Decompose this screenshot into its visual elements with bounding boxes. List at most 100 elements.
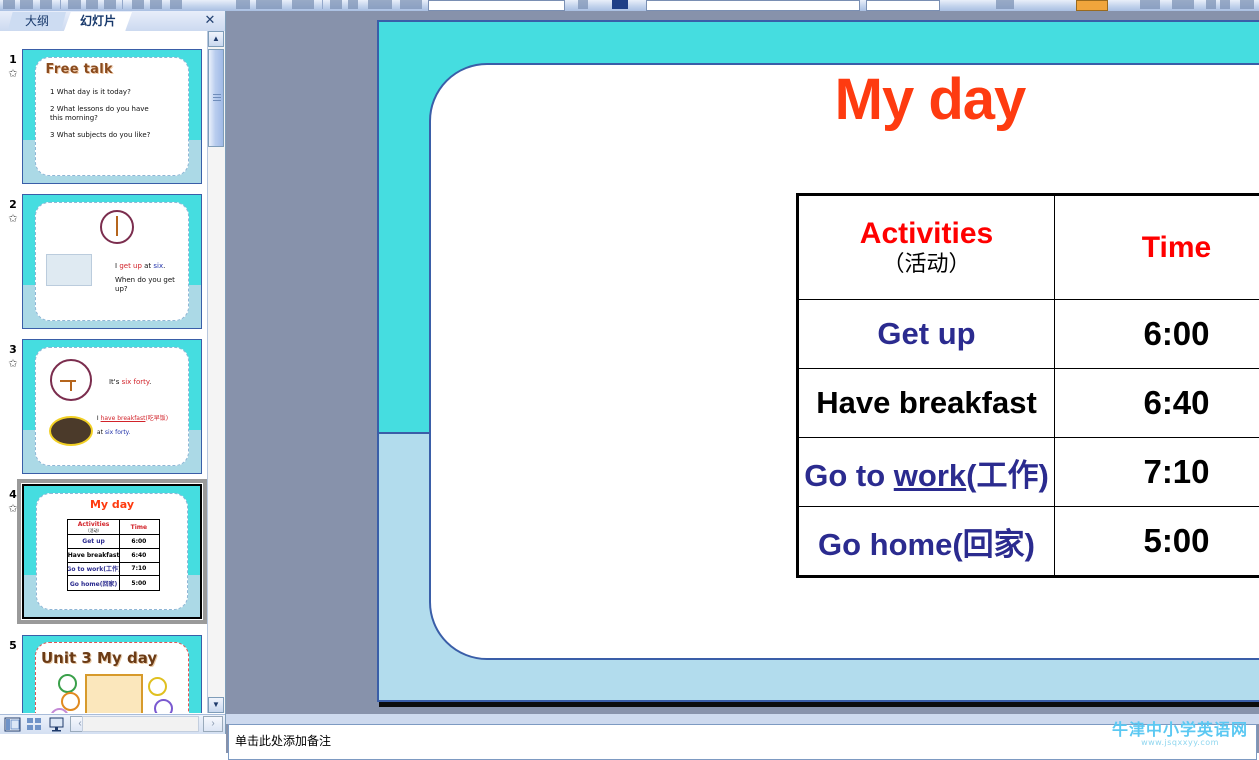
toolbar-icon[interactable] xyxy=(256,0,282,9)
activity-text: Get up xyxy=(877,316,975,351)
toolbar-icon-active[interactable] xyxy=(612,0,628,9)
toolbar-icon[interactable] xyxy=(3,0,15,9)
horizontal-scrollbar-track[interactable] xyxy=(82,716,199,732)
animation-star-icon: ✩ xyxy=(3,357,23,371)
toolbar-icon[interactable] xyxy=(40,0,52,9)
slide-canvas[interactable]: My day Activities （活动） Time xyxy=(377,20,1259,702)
toolbar-icon[interactable] xyxy=(132,0,144,9)
thumbnail-scrollbar[interactable]: ▲ ▼ xyxy=(207,31,225,713)
thumb-card: Free talk 1 What day is it today? 2 What… xyxy=(35,57,188,177)
thumbnail-slide-3[interactable]: 3 ✩ It's six forty. xyxy=(0,339,208,479)
toolbar-icon[interactable] xyxy=(1206,0,1216,9)
toolbar-icon[interactable] xyxy=(170,0,182,9)
thumb-line-blue: six forty. xyxy=(105,429,130,436)
watermark-title: 牛津中小学英语网 xyxy=(1105,721,1255,738)
breakfast-picture xyxy=(49,416,93,446)
table-row[interactable]: Go home(回家) 5:00 xyxy=(798,507,1259,577)
font-name-combo[interactable] xyxy=(428,0,565,11)
thumb-line: at six forty. xyxy=(97,428,130,437)
watermark-url: www.jsqxxyy.com xyxy=(1105,738,1255,748)
thumb-line-red: six forty xyxy=(122,378,149,386)
toolbar-icon[interactable] xyxy=(104,0,116,9)
cell-activity: Get up xyxy=(798,300,1055,369)
slide-title[interactable]: My day xyxy=(379,66,1259,133)
toolbar-icon[interactable] xyxy=(68,0,81,9)
slide-number: 3 xyxy=(4,343,22,356)
thumbnail-list[interactable]: 1 ✩ Free talk 1 What day is it today? 2 … xyxy=(0,31,208,713)
toolbar-icon[interactable] xyxy=(20,0,33,9)
table-row[interactable]: Get up 6:00 xyxy=(798,300,1259,369)
schedule-table[interactable]: Activities （活动） Time Get up 6:00 xyxy=(796,193,1259,578)
cell-time: 7:10 xyxy=(1055,438,1259,507)
normal-view-icon xyxy=(4,717,21,732)
normal-view-button[interactable] xyxy=(4,717,21,732)
thumb-card: Unit 3 My day 🔊 xyxy=(35,642,188,713)
toolbar-icon[interactable] xyxy=(236,0,250,9)
activity-underlined-word: work xyxy=(894,458,966,493)
scrollbar-thumb[interactable] xyxy=(208,49,224,147)
slide-sorter-button[interactable] xyxy=(26,717,43,732)
header-cell-time: Time xyxy=(1055,195,1259,300)
tab-outline[interactable]: 大纲 xyxy=(8,12,66,30)
thumbnail-slide-1[interactable]: 1 ✩ Free talk 1 What day is it today? 2 … xyxy=(0,49,208,189)
toolbar-icon[interactable] xyxy=(1172,0,1194,9)
toolbar-icon[interactable] xyxy=(578,0,588,9)
thumbnail-slide-4[interactable]: 4 ✩ My day Activities （活 xyxy=(0,484,208,629)
toolbar-icon[interactable] xyxy=(330,0,342,9)
thumb-line: 1 What day is it today? xyxy=(50,88,131,97)
slide-show-button[interactable] xyxy=(48,717,65,732)
toolbar-icon[interactable] xyxy=(348,0,358,9)
cell-time: 5:00 xyxy=(1055,507,1259,577)
slide-number: 2 xyxy=(4,198,22,211)
toolbar-icon[interactable] xyxy=(1240,0,1254,9)
thumb-line: this morning? xyxy=(50,114,98,123)
thumb-table-cell: 6:00 xyxy=(119,535,159,548)
activity-text: Go to xyxy=(804,458,894,493)
toolbar-icon[interactable] xyxy=(368,0,392,9)
scroll-up-icon[interactable]: ▲ xyxy=(208,31,224,47)
cell-time: 6:00 xyxy=(1055,300,1259,369)
scroll-down-icon[interactable]: ▼ xyxy=(208,697,224,713)
close-pane-icon[interactable]: ✕ xyxy=(203,13,217,27)
notes-pane[interactable]: 单击此处添加备注 xyxy=(228,724,1257,760)
table-row[interactable]: Go to work(工作) 7:10 xyxy=(798,438,1259,507)
thumb-table-cell: Have breakfast xyxy=(68,549,119,562)
activity-text: Have breakfast xyxy=(816,385,1037,420)
fill-color-swatch[interactable] xyxy=(1076,0,1108,11)
header-cell-activities: Activities （活动） xyxy=(798,195,1055,300)
slides-pane: 大纲 幻灯片 ✕ 1 ✩ Free talk 1 What day is it … xyxy=(0,11,226,734)
toolbar-icon[interactable] xyxy=(400,0,422,9)
toolbar-icon[interactable] xyxy=(1140,0,1160,9)
animation-star-icon: ✩ xyxy=(3,67,23,81)
header-time: Time xyxy=(1055,231,1259,265)
thumb-circle xyxy=(58,674,77,693)
toolbar-icon[interactable] xyxy=(86,0,98,9)
thumb-table-cell: Get up xyxy=(68,535,119,548)
thumbnail-slide-5[interactable]: 5 Unit 3 My day xyxy=(0,635,208,713)
clock-icon xyxy=(100,210,134,244)
table-row[interactable]: Have breakfast 6:40 xyxy=(798,369,1259,438)
toolbar-icon[interactable] xyxy=(292,0,314,9)
toolbar-icon[interactable] xyxy=(996,0,1014,9)
thumb-table-header: Time xyxy=(119,520,159,534)
time-text: 6:00 xyxy=(1143,315,1209,352)
tab-slides[interactable]: 幻灯片 xyxy=(64,12,132,31)
thumbnail-slide-2[interactable]: 2 ✩ I get up at six. xyxy=(0,194,208,334)
thumb-table-cell: 7:10 xyxy=(119,563,159,576)
thumb-table-cell: 5:00 xyxy=(119,576,159,590)
thumb-circle xyxy=(154,699,173,713)
thumb-line: 3 What subjects do you like? xyxy=(50,131,150,140)
toolbar-icon[interactable] xyxy=(1220,0,1230,9)
scroll-right-button[interactable]: › xyxy=(203,716,223,732)
pane-tab-bar: 大纲 幻灯片 ✕ xyxy=(0,11,225,32)
thumb-title: Free talk xyxy=(46,62,113,77)
style-combo[interactable] xyxy=(866,0,940,11)
toolbar-separator xyxy=(60,0,61,9)
thumb-card: My day Activities （活动） Time xyxy=(36,493,187,611)
font-size-combo[interactable] xyxy=(646,0,860,11)
activity-text: Go home(回家) xyxy=(818,527,1035,562)
header-activities-cn: （活动） xyxy=(799,251,1054,279)
thumb-line: I have breakfast(吃早饭) xyxy=(97,414,168,423)
toolbar-icon[interactable] xyxy=(150,0,162,9)
activity-suffix: (工作) xyxy=(966,458,1049,493)
